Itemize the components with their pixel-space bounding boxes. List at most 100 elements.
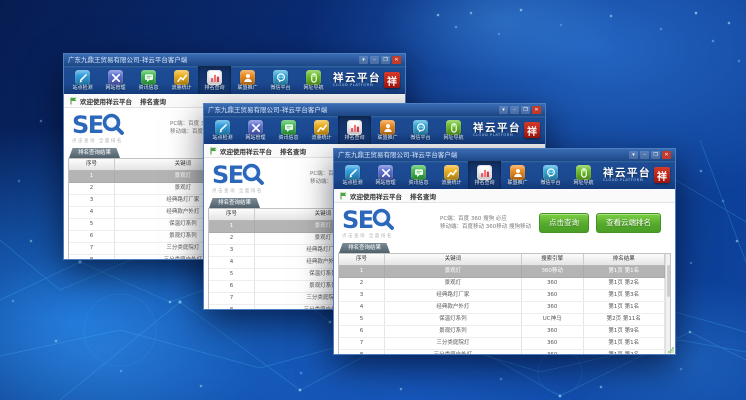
toolbar-item-wechat[interactable]: 微信平台	[264, 66, 297, 94]
toolbar-item-message[interactable]: 资讯信息	[272, 116, 305, 144]
table-row[interactable]: 5保温灯系列UC神马第2页 第11名	[339, 314, 665, 326]
column-header: 排名结果	[583, 254, 664, 266]
brand-text: 祥云平台 CLOUD PLATFORM	[473, 123, 521, 137]
table-cell: 第2页 第11名	[583, 314, 664, 326]
window-title: 广东九鼎王贸易有限公司-祥云平台客户端	[338, 149, 629, 161]
skin-button[interactable]: ▾	[359, 56, 368, 64]
table-row[interactable]: 7三分类庭院灯360第1页 第1名	[339, 338, 665, 350]
table-cell: 保温灯系列	[385, 314, 522, 326]
table-cell: 第1页 第1名	[583, 302, 664, 314]
table-cell: 4	[69, 207, 115, 219]
table-row[interactable]: 8三分类庭户外灯360第1页 第2名	[339, 350, 665, 356]
nebula-glow	[380, 0, 620, 80]
brand-seal-icon: 祥	[524, 122, 540, 138]
table-cell: 第1页 第2名	[583, 278, 664, 290]
toolbar-item-wechat[interactable]: 微信平台	[404, 116, 437, 144]
toolbar-item-site-check[interactable]: 站点检测	[336, 161, 369, 189]
view-cloud-ranking-button[interactable]: 查看云端排名	[596, 213, 661, 233]
welcome-text: 欢迎使用祥云平台	[80, 96, 132, 106]
table-row[interactable]: 6景观灯系列360第1页 第9名	[339, 326, 665, 338]
mouse-icon	[576, 165, 591, 180]
toolbar-item-mouse[interactable]: 网址导航	[567, 161, 600, 189]
table-cell: 三分类庭院灯	[385, 338, 522, 350]
minimize-button[interactable]: –	[370, 56, 379, 64]
table-cell: 6	[339, 326, 385, 338]
toolbar-item-alliance-promo[interactable]: 联盟推广	[231, 66, 264, 94]
table-cell: 2	[209, 233, 255, 245]
table-scrollbar[interactable]	[665, 254, 670, 355]
table-cell: 360	[521, 302, 583, 314]
toolbar-item-traffic-stats[interactable]: 流量统计	[305, 116, 338, 144]
toolbar-item-ranking-query[interactable]: 排名查询	[198, 66, 231, 94]
results-table: 序号关键词搜索引擎排名结果 1景观灯360移动第1页 第1名2景观灯360第1页…	[339, 254, 665, 355]
table-row[interactable]: 2景观灯360第1页 第2名	[339, 278, 665, 290]
window-titlebar[interactable]: 广东九鼎王贸易有限公司-祥云平台客户端 ▾ – ❐ ✕	[204, 104, 545, 116]
toolbar-item-site-manage[interactable]: 网站管理	[99, 66, 132, 94]
table-cell: 经典款户外灯	[385, 302, 522, 314]
close-button[interactable]: ✕	[662, 151, 671, 159]
table-cell: 5	[209, 269, 255, 281]
close-button[interactable]: ✕	[392, 56, 401, 64]
toolbar-item-label: 流量统计	[311, 136, 331, 141]
toolbar-item-wechat[interactable]: 微信平台	[534, 161, 567, 189]
toolbar-item-message[interactable]: 资讯信息	[402, 161, 435, 189]
stars-decoration	[0, 0, 2, 2]
mouse-icon	[306, 70, 321, 85]
seo-logo-text: SE	[342, 209, 373, 231]
window-titlebar[interactable]: 广东九鼎王贸易有限公司-祥云平台客户端 ▾ – ❐ ✕	[334, 149, 675, 161]
toolbar-item-label: 网站管理	[375, 181, 395, 186]
maximize-button[interactable]: ❐	[381, 56, 390, 64]
table-cell: 景观灯系列	[385, 326, 522, 338]
query-button[interactable]: 点击查询	[539, 213, 589, 233]
site-manage-icon	[108, 70, 123, 85]
tab-ranking-results[interactable]: 排名查询结果	[209, 198, 260, 208]
close-button[interactable]: ✕	[532, 106, 541, 114]
minimize-button[interactable]: –	[510, 106, 519, 114]
ranking-query-icon	[347, 120, 362, 135]
toolbar-item-site-check[interactable]: 站点检测	[66, 66, 99, 94]
window-titlebar[interactable]: 广东九鼎王贸易有限公司-祥云平台客户端 ▾ – ❐ ✕	[64, 54, 405, 66]
table-row[interactable]: 4经典款户外灯360第1页 第1名	[339, 302, 665, 314]
table-cell: 三分类庭户外灯	[385, 350, 522, 356]
toolbar-item-site-check[interactable]: 站点检测	[206, 116, 239, 144]
toolbar-item-message[interactable]: 资讯信息	[132, 66, 165, 94]
traffic-stats-icon	[314, 120, 329, 135]
table-cell: 1	[69, 171, 115, 183]
minimize-button[interactable]: –	[640, 151, 649, 159]
brand-logo: 祥云平台 CLOUD PLATFORM 祥	[471, 116, 543, 144]
action-buttons: 点击查询 查看云端排名	[539, 213, 661, 233]
toolbar-item-alliance-promo[interactable]: 联盟推广	[501, 161, 534, 189]
toolbar-item-ranking-query[interactable]: 排名查询	[468, 161, 501, 189]
toolbar-item-label: 资讯信息	[408, 181, 428, 186]
magnifier-icon	[241, 162, 266, 187]
resize-grip[interactable]	[667, 346, 674, 353]
toolbar-item-label: 网址导航	[443, 136, 463, 141]
toolbar-item-traffic-stats[interactable]: 流量统计	[165, 66, 198, 94]
scrollbar-thumb[interactable]	[667, 265, 671, 297]
maximize-button[interactable]: ❐	[651, 151, 660, 159]
maximize-button[interactable]: ❐	[521, 106, 530, 114]
toolbar-item-site-manage[interactable]: 网站管理	[239, 116, 272, 144]
toolbar-item-site-manage[interactable]: 网站管理	[369, 161, 402, 189]
tab-ranking-results[interactable]: 排名查询结果	[69, 148, 120, 158]
traffic-stats-icon	[174, 70, 189, 85]
table-cell: 2	[69, 183, 115, 195]
table-row[interactable]: 3经典路灯厂家360第1页 第3名	[339, 290, 665, 302]
alliance-promo-icon	[510, 165, 525, 180]
skin-button[interactable]: ▾	[499, 106, 508, 114]
toolbar-item-mouse[interactable]: 网址导航	[437, 116, 470, 144]
tab-ranking-results[interactable]: 排名查询结果	[339, 243, 390, 253]
table-cell: 景观灯	[385, 266, 522, 278]
table-cell: 第1页 第1名	[583, 266, 664, 278]
toolbar-item-ranking-query[interactable]: 排名查询	[338, 116, 371, 144]
engine-list-mobile: 移动端：百度移动 360移动 搜狗移动 UC神马	[440, 223, 533, 232]
toolbar-item-alliance-promo[interactable]: 联盟推广	[371, 116, 404, 144]
skin-button[interactable]: ▾	[629, 151, 638, 159]
app-window-front: 广东九鼎王贸易有限公司-祥云平台客户端 ▾ – ❐ ✕ 站点检测网站管理 资讯信息…	[333, 148, 676, 355]
results-table-wrap: 序号关键词搜索引擎排名结果 1景观灯360移动第1页 第1名2景观灯360第1页…	[338, 253, 671, 355]
table-cell: 7	[69, 243, 115, 255]
toolbar-item-mouse[interactable]: 网址导航	[297, 66, 330, 94]
toolbar-item-traffic-stats[interactable]: 流量统计	[435, 161, 468, 189]
table-row[interactable]: 1景观灯360移动第1页 第1名	[339, 266, 665, 278]
toolbar-item-label: 流量统计	[441, 181, 461, 186]
